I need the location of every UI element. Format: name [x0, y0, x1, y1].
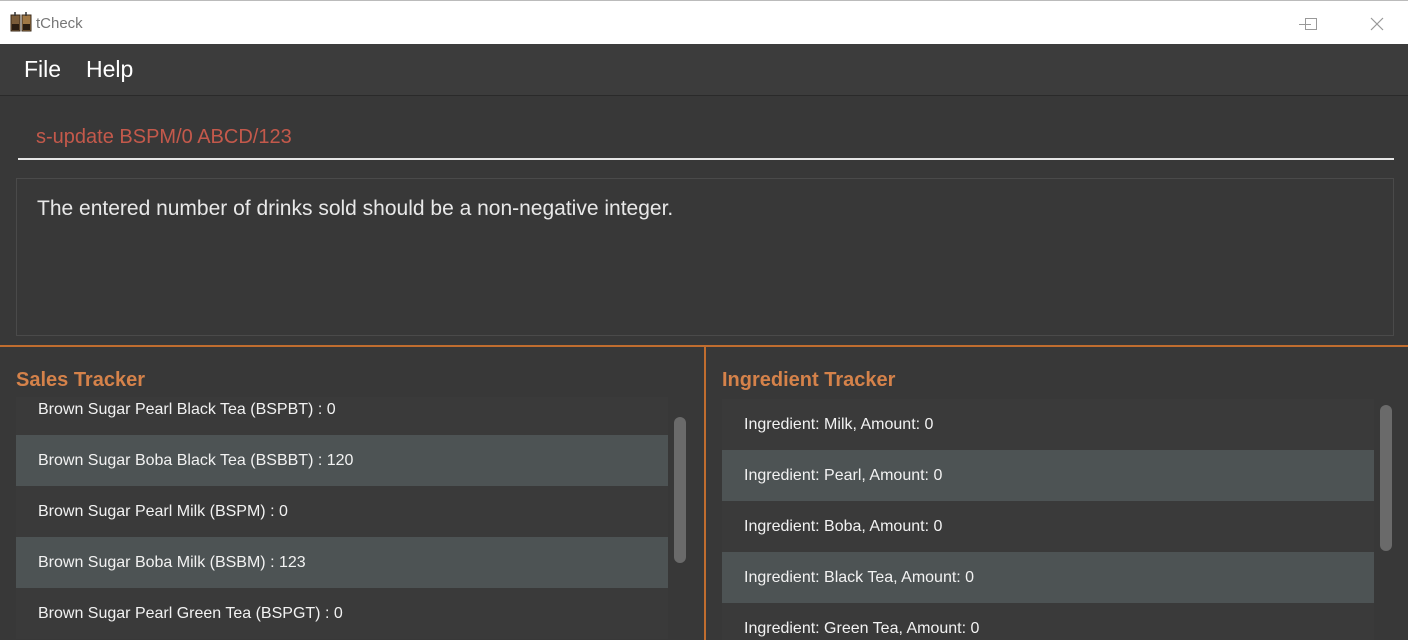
sales-list[interactable]: Brown Sugar Pearl Black Tea (BSPBT) : 0 … — [16, 397, 668, 640]
ingredient-scroll-thumb[interactable] — [1380, 405, 1392, 551]
menu-help[interactable]: Help — [86, 56, 133, 83]
result-message: The entered number of drinks sold should… — [37, 197, 674, 220]
menu-bar: File Help — [0, 44, 1408, 96]
sales-list-item[interactable]: Brown Sugar Pearl Black Tea (BSPBT) : 0 — [16, 397, 668, 435]
sales-list-item[interactable]: Brown Sugar Boba Milk (BSBM) : 123 — [16, 537, 668, 588]
title-bar: tCheck — [0, 0, 1408, 44]
ingredient-tracker-title: Ingredient Tracker — [722, 369, 896, 391]
close-icon — [1370, 17, 1384, 31]
window-title: tCheck — [36, 15, 83, 32]
maximize-icon — [1305, 18, 1317, 30]
sales-scrollbar[interactable] — [672, 397, 686, 640]
sales-scroll-thumb[interactable] — [674, 417, 686, 563]
result-display: The entered number of drinks sold should… — [16, 178, 1394, 336]
ingredient-tracker-panel: Ingredient Tracker Ingredient: Milk, Amo… — [706, 347, 1408, 640]
menu-file[interactable]: File — [24, 56, 61, 83]
ingredient-list-item[interactable]: Ingredient: Milk, Amount: 0 — [722, 399, 1374, 450]
ingredient-list-item[interactable]: Ingredient: Green Tea, Amount: 0 — [722, 603, 1374, 640]
ingredient-list-item[interactable]: Ingredient: Pearl, Amount: 0 — [722, 450, 1374, 501]
ingredient-list-item[interactable]: Ingredient: Boba, Amount: 0 — [722, 501, 1374, 552]
sales-tracker-title: Sales Tracker — [16, 369, 145, 391]
ingredient-list-item[interactable]: Ingredient: Black Tea, Amount: 0 — [722, 552, 1374, 603]
close-button[interactable] — [1354, 9, 1400, 39]
sales-list-item[interactable]: Brown Sugar Boba Black Tea (BSBBT) : 120 — [16, 435, 668, 486]
sales-list-item[interactable]: Brown Sugar Pearl Green Tea (BSPGT) : 0 — [16, 588, 668, 639]
sales-list-item[interactable]: Brown Sugar Pearl Milk (BSPM) : 0 — [16, 486, 668, 537]
ingredient-scrollbar[interactable] — [1378, 399, 1392, 640]
sales-tracker-panel: Sales Tracker Brown Sugar Pearl Black Te… — [0, 347, 704, 640]
command-input[interactable] — [18, 116, 1394, 160]
maximize-button[interactable] — [1288, 9, 1334, 39]
ingredient-list[interactable]: Ingredient: Milk, Amount: 0 Ingredient: … — [722, 399, 1374, 640]
bubble-tea-icon — [10, 12, 32, 32]
